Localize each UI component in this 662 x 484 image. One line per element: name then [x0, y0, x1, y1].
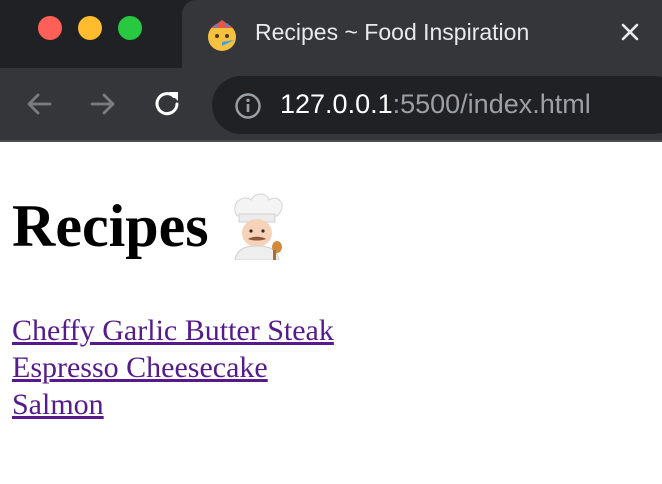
page-title-text: Recipes — [12, 193, 209, 259]
chef-icon — [234, 193, 283, 260]
reload-icon[interactable] — [151, 87, 185, 121]
window-minimize-button[interactable] — [78, 16, 102, 40]
arrow-left-icon[interactable] — [22, 87, 56, 121]
page-content: Recipes Cheffy Garlic Butter Steak Espre… — [12, 142, 652, 423]
recipe-list: Cheffy Garlic Butter Steak Espresso Chee… — [12, 312, 652, 423]
info-icon[interactable] — [234, 92, 262, 120]
window-zoom-button[interactable] — [118, 16, 142, 40]
window-titlebar: Recipes ~ Food Inspiration — [0, 0, 662, 68]
arrow-right-icon[interactable] — [86, 87, 120, 121]
recipe-link-cheesecake[interactable]: Espresso Cheesecake — [12, 349, 652, 386]
tab-title: Recipes ~ Food Inspiration — [255, 19, 530, 45]
party-face-icon — [208, 20, 236, 51]
address-url: 127.0.0.1:5500/index.html — [280, 89, 591, 120]
recipe-link-steak[interactable]: Cheffy Garlic Butter Steak — [12, 312, 652, 349]
window-close-button[interactable] — [38, 16, 62, 40]
browser-tab[interactable]: Recipes ~ Food Inspiration — [182, 0, 662, 68]
close-icon[interactable] — [618, 20, 642, 44]
address-path: :5500/index.html — [392, 89, 591, 119]
browser-toolbar: 127.0.0.1:5500/index.html — [0, 68, 662, 140]
address-bar[interactable]: 127.0.0.1:5500/index.html — [212, 76, 662, 134]
page-title: Recipes — [12, 190, 652, 262]
recipe-link-salmon[interactable]: Salmon — [12, 386, 652, 423]
address-host: 127.0.0.1 — [280, 89, 393, 119]
